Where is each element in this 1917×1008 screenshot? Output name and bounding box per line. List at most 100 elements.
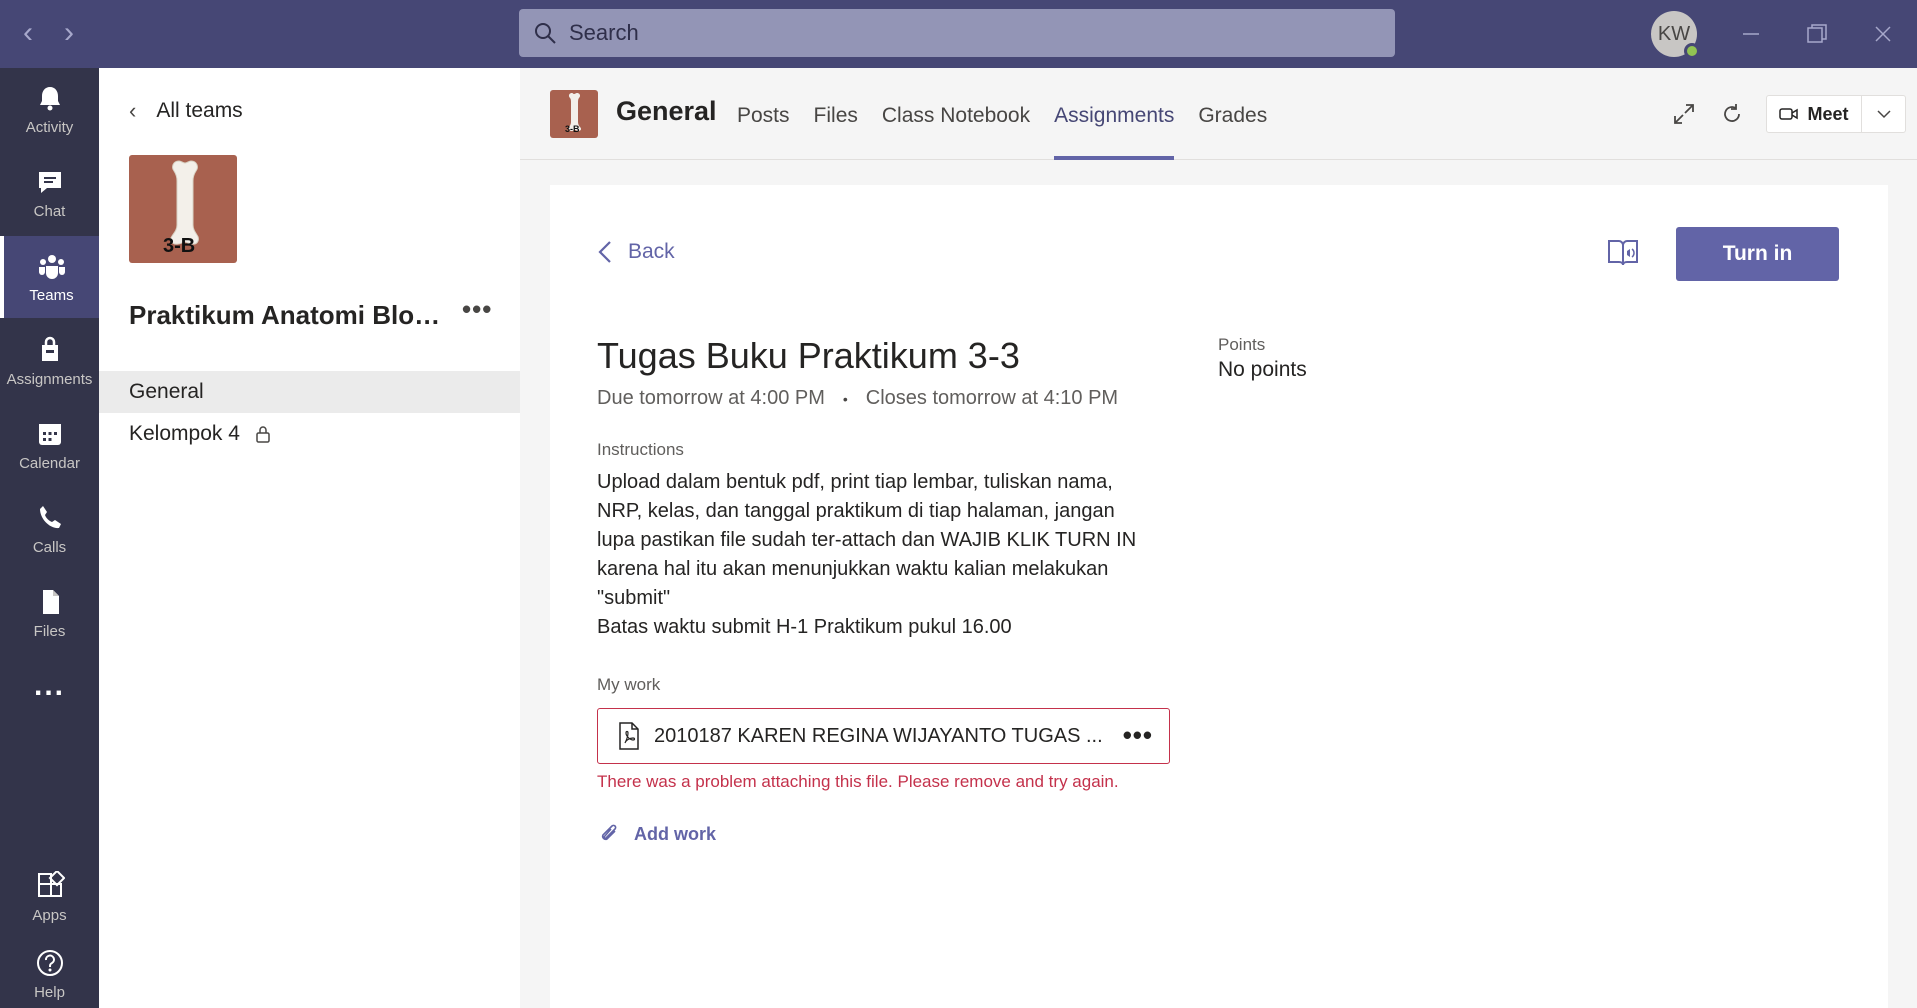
meet-button[interactable]: Meet — [1766, 95, 1906, 133]
search-icon — [535, 23, 556, 44]
phone-icon — [39, 505, 61, 528]
separator-dot: • — [842, 390, 848, 407]
presence-indicator — [1684, 43, 1700, 59]
restore-icon[interactable] — [1799, 16, 1835, 52]
meet-dropdown[interactable] — [1862, 96, 1905, 132]
rail-item-teams[interactable]: Teams — [0, 236, 99, 318]
channel-label: General — [129, 380, 204, 403]
tab-grades[interactable]: Grades — [1198, 68, 1267, 160]
pdf-file-icon — [619, 722, 639, 750]
points-value: No points — [1218, 358, 1307, 381]
all-teams-link[interactable]: ‹ All teams — [129, 98, 243, 124]
instruction-line: lupa pastikan file sudah ter-attach dan … — [597, 529, 1137, 551]
search-box[interactable] — [519, 9, 1395, 57]
app-rail: Activity Chat Teams Assignments Calendar… — [0, 68, 99, 1008]
chevron-down-icon — [1876, 110, 1891, 119]
rail-item-apps[interactable]: Apps — [0, 856, 99, 938]
channel-title: General — [616, 96, 717, 126]
meet-label: Meet — [1807, 103, 1849, 124]
rail-label: Assignments — [6, 370, 93, 388]
instruction-line: karena hal itu akan menunjukkan waktu ka… — [597, 558, 1109, 580]
rail-label: Teams — [29, 286, 74, 304]
paperclip-icon — [601, 824, 617, 841]
instructions-label: Instructions — [597, 440, 684, 459]
turn-in-button[interactable]: Turn in — [1676, 227, 1839, 281]
chevron-left-icon — [598, 241, 611, 263]
avatar-initials: KW — [1657, 22, 1691, 45]
team-name: Praktikum Anatomi Blok 3-B — [129, 300, 449, 330]
expand-icon[interactable] — [1668, 98, 1700, 130]
channel-header: 3-B General Posts Files Class Notebook A… — [520, 68, 1917, 160]
rail-item-calls[interactable]: Calls — [0, 488, 99, 570]
channel-general[interactable]: General — [99, 371, 520, 413]
search-input[interactable] — [569, 20, 1269, 46]
add-work-button[interactable]: Add work — [598, 822, 716, 846]
rail-item-files[interactable]: Files — [0, 572, 99, 654]
teams-icon — [38, 254, 65, 279]
more-icon: ... — [33, 669, 65, 702]
video-camera-icon — [1779, 108, 1799, 120]
apps-icon — [37, 870, 65, 897]
instruction-line: NRP, kelas, dan tanggal praktikum di tia… — [597, 500, 1115, 522]
close-icon[interactable] — [1865, 16, 1901, 52]
attach-error-message: There was a problem attaching this file.… — [597, 772, 1119, 791]
rail-item-calendar[interactable]: Calendar — [0, 404, 99, 486]
rail-label: Apps — [32, 906, 67, 924]
calendar-icon — [38, 423, 61, 445]
file-icon — [42, 589, 59, 614]
minimize-icon[interactable] — [1733, 16, 1769, 52]
channel-kelompok-4[interactable]: Kelompok 4 — [99, 413, 520, 455]
rail-label: Calendar — [19, 454, 80, 472]
refresh-icon[interactable] — [1716, 98, 1748, 130]
file-more-icon[interactable]: ••• — [1123, 721, 1153, 749]
team-logo: 3-B — [129, 155, 237, 263]
channel-label: Kelompok 4 — [129, 422, 240, 445]
channel-logo: 3-B — [550, 90, 598, 138]
rail-label: Help — [34, 983, 65, 1001]
forward-arrow-icon[interactable]: › — [53, 18, 85, 50]
due-line: Due tomorrow at 4:00 PM • Closes tomorro… — [597, 387, 1118, 410]
back-label: Back — [628, 240, 675, 263]
team-panel: ‹ All teams 3-B Praktikum Anatomi Blok 3… — [99, 68, 520, 1008]
lock-icon — [256, 426, 270, 443]
tab-assignments[interactable]: Assignments — [1054, 68, 1175, 160]
instruction-line: Batas waktu submit H-1 Praktikum pukul 1… — [597, 616, 1012, 638]
immersive-reader-icon[interactable] — [1605, 235, 1641, 271]
back-link[interactable]: Back — [598, 240, 675, 264]
tab-posts[interactable]: Posts — [737, 68, 790, 160]
assignments-icon — [41, 336, 58, 361]
meet-main-button[interactable]: Meet — [1767, 96, 1862, 132]
help-icon — [36, 949, 63, 976]
close-date: Closes tomorrow at 4:10 PM — [865, 387, 1119, 409]
add-work-label: Add work — [634, 823, 717, 844]
rail-label: Chat — [33, 202, 66, 220]
bell-icon — [39, 86, 60, 110]
assignment-card: Back Turn in Tugas Buku Praktikum 3-3 Du… — [550, 185, 1888, 1008]
channel-logo-text: 3-B — [565, 124, 580, 134]
rail-item-activity[interactable]: Activity — [0, 68, 99, 150]
instruction-line: "submit" — [597, 587, 671, 609]
instructions-text: Upload dalam bentuk pdf, print tiap lemb… — [597, 468, 1177, 642]
rail-label: Files — [33, 622, 66, 640]
instruction-line: Upload dalam bentuk pdf, print tiap lemb… — [597, 471, 1113, 493]
tab-class-notebook[interactable]: Class Notebook — [882, 68, 1030, 160]
chat-icon — [38, 171, 61, 193]
tab-files[interactable]: Files — [814, 68, 858, 160]
title-bar: ‹ › KW — [0, 0, 1917, 68]
due-date: Due tomorrow at 4:00 PM — [597, 387, 825, 409]
rail-item-more[interactable]: ... — [0, 656, 99, 716]
rail-item-help[interactable]: Help — [0, 940, 99, 1008]
attached-file[interactable]: 2010187 KAREN REGINA WIJAYANTO TUGAS ...… — [597, 708, 1170, 764]
tab-bar: Posts Files Class Notebook Assignments G… — [737, 68, 1291, 160]
points-label: Points — [1218, 335, 1266, 354]
all-teams-label: All teams — [156, 99, 243, 122]
rail-item-assignments[interactable]: Assignments — [0, 320, 99, 402]
file-name: 2010187 KAREN REGINA WIJAYANTO TUGAS ... — [654, 724, 1103, 747]
team-more-icon[interactable]: ••• — [462, 294, 492, 325]
avatar[interactable]: KW — [1651, 11, 1700, 59]
rail-label: Activity — [25, 118, 74, 136]
rail-item-chat[interactable]: Chat — [0, 152, 99, 234]
rail-label: Calls — [32, 538, 67, 556]
my-work-label: My work — [597, 675, 661, 694]
back-arrow-icon[interactable]: ‹ — [12, 18, 44, 50]
